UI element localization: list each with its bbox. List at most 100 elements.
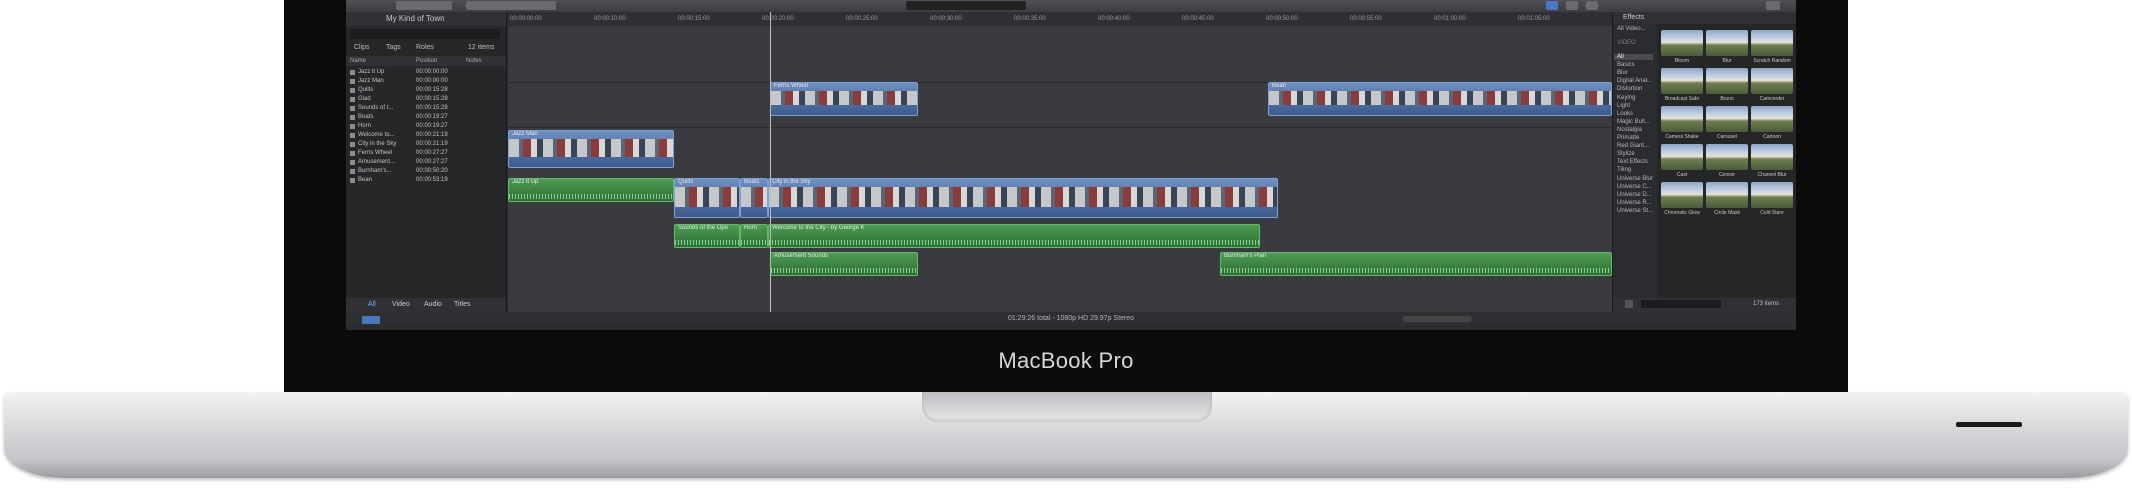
col-notes[interactable]: Notes [466,58,482,64]
ruler-tick: 00:00:00:00 [510,16,542,22]
clip-icon [350,70,355,75]
effect-thumbnail[interactable] [1706,68,1748,94]
effects-category[interactable]: Primatte [1617,135,1639,141]
filter-video[interactable]: Video [392,301,410,308]
effects-category[interactable]: Stylize [1617,151,1635,157]
effects-category[interactable]: All [1614,54,1653,60]
effect-thumbnail[interactable] [1706,106,1748,132]
table-row[interactable]: Welcome to... 00:00:21:19 [346,131,506,140]
effect-thumbnail[interactable] [1661,144,1703,170]
filmstrip [769,187,1277,207]
toolbar-button[interactable] [466,1,556,10]
effect-thumbnail[interactable] [1751,182,1793,208]
effects-category[interactable]: Universe D... [1617,192,1652,198]
effects-category[interactable]: Looks [1617,111,1633,117]
effect-label: Censor [1718,172,1736,178]
clip-quilts[interactable]: Quilts [674,178,740,218]
table-row[interactable]: Sounds of t... 00:00:15:28 [346,104,506,113]
effects-category[interactable]: Light [1617,103,1630,109]
clip-burnhams-plan[interactable]: Burnham's Plan [1220,252,1612,276]
tab-clips[interactable]: Clips [354,44,370,51]
grid-icon[interactable] [1625,300,1633,308]
tab-tags[interactable]: Tags [386,44,401,51]
clip-city-in-the-sky[interactable]: City in the Sky [768,178,1278,218]
effects-category[interactable]: Digital Anal... [1617,78,1652,84]
table-row[interactable]: Bean 00:00:53:19 [346,176,506,185]
effect-thumbnail[interactable] [1751,106,1793,132]
effects-category[interactable]: Universe C... [1617,184,1652,190]
toolbar-toggle[interactable] [1586,1,1598,10]
ruler-tick: 00:00:20:00 [762,16,794,22]
effect-thumbnail[interactable] [1706,30,1748,56]
col-name[interactable]: Name [350,58,366,64]
effect-thumbnail[interactable] [1751,30,1793,56]
effects-category[interactable]: Universe Blur [1617,176,1653,182]
sleep-indicator [1956,422,2022,427]
zoom-slider[interactable] [1402,316,1472,322]
effects-category[interactable]: Magic Bull... [1617,119,1650,125]
table-row[interactable]: City in the Sky 00:00:21:19 [346,140,506,149]
effects-category[interactable]: Distortion [1617,86,1642,92]
table-row[interactable]: Boats 00:00:19:27 [346,113,506,122]
toolbar-button[interactable] [396,1,452,10]
clip-boats[interactable]: Boats [740,178,768,218]
clip-icon [350,142,355,147]
effects-category[interactable]: Tiling [1617,167,1631,173]
tab-roles[interactable]: Roles [416,44,434,51]
clip-icon [350,79,355,84]
effect-thumbnail[interactable] [1706,144,1748,170]
effects-category[interactable]: Universe St... [1617,208,1653,214]
clip-welcome[interactable]: Welcome to the City - by George K [768,224,1260,248]
effect-thumbnail[interactable] [1661,182,1703,208]
effect-thumbnail[interactable] [1751,68,1793,94]
clip-sounds[interactable]: Sounds of the Ope [674,224,740,248]
filter-audio[interactable]: Audio [424,301,442,308]
col-position[interactable]: Position [416,58,437,64]
toolbar-toggle[interactable] [1766,1,1780,10]
table-row[interactable]: Jazz Man 00:00:00:00 [346,77,506,86]
clip-horn[interactable]: Horn [740,224,768,248]
effects-category[interactable]: Universe R... [1617,200,1652,206]
table-row[interactable]: Quilts 00:00:15:28 [346,86,506,95]
effect-thumbnail[interactable] [1751,144,1793,170]
table-row[interactable]: Ferris Wheel 00:00:27:27 [346,149,506,158]
search-input[interactable] [350,29,500,39]
toolbar-toggle[interactable] [1566,1,1578,10]
filter-titles[interactable]: Titles [454,301,470,308]
timeline[interactable]: 00:00:00:00 00:00:10:00 00:00:15:00 00:0… [508,12,1612,312]
filter-all[interactable]: All [368,301,376,308]
clip-bean[interactable]: Bean [1268,82,1612,116]
effects-category[interactable]: Red Giant... [1617,143,1649,149]
effect-thumbnail[interactable] [1706,182,1748,208]
library-header: My Kind of Town [346,12,506,26]
waveform [769,240,1259,245]
ruler-tick: 00:00:50:00 [1266,16,1298,22]
table-row[interactable]: Jazz it Up 00:00:00:00 [346,68,506,77]
clip-ferris-wheel[interactable]: Ferris Wheel [770,82,918,116]
effects-category[interactable]: Blur [1617,70,1628,76]
effects-search-input[interactable] [1641,300,1721,308]
effect-thumbnail[interactable] [1661,68,1703,94]
effect-thumbnail[interactable] [1661,106,1703,132]
table-row[interactable]: Glad 00:00:15:28 [346,95,506,104]
clip-jazz-man[interactable]: Jazz Man [508,130,674,168]
effects-category[interactable]: Nostalgia [1617,127,1642,133]
clip-amusement-sounds[interactable]: Amusement Sounds [770,252,918,276]
browser-footer: All Video Audio Titles [346,298,506,312]
effect-label: Bruno [1720,96,1734,102]
effects-category[interactable]: Basics [1617,62,1635,68]
list-view-icon[interactable] [362,316,380,324]
table-row[interactable]: Amusement... 00:00:27:27 [346,158,506,167]
effects-category[interactable]: Text Effects [1617,159,1648,165]
table-row[interactable]: Horn 00:00:19:27 [346,122,506,131]
timeline-ruler[interactable]: 00:00:00:00 00:00:10:00 00:00:15:00 00:0… [508,12,1612,26]
clip-jazz-it-up[interactable]: Jazz it Up [508,178,674,202]
waveform [741,240,767,245]
toolbar-toggle[interactable] [1546,1,1558,10]
ruler-tick: 00:00:35:00 [1014,16,1046,22]
waveform [509,194,673,199]
effects-category[interactable]: Keying [1617,95,1635,101]
table-row[interactable]: Burnham's... 00:00:50:20 [346,167,506,176]
playhead[interactable] [770,12,771,312]
effect-thumbnail[interactable] [1661,30,1703,56]
